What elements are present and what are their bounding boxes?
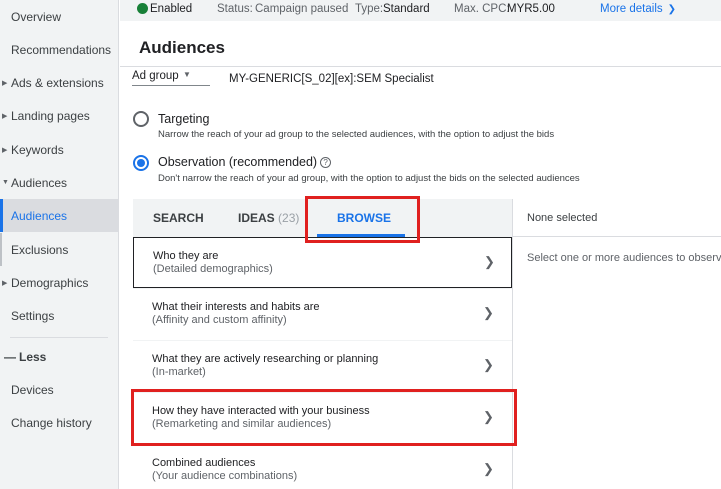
list-item-subtitle: (Detailed demographics): [153, 263, 273, 275]
sidebar-nav: Overview Recommendations ▶ Ads & extensio…: [0, 0, 119, 489]
sidebar-item-label: Devices: [11, 382, 54, 397]
targeting-radio[interactable]: [133, 111, 149, 127]
sidebar-item-ads-extensions[interactable]: ▶ Ads & extensions: [0, 66, 119, 99]
ad-group-label: Ad group: [132, 70, 179, 82]
sidebar-item-label: Less: [19, 349, 47, 364]
list-item-title: Who they are: [153, 250, 219, 262]
tab-ideas[interactable]: IDEAS (23): [238, 211, 299, 225]
sidebar-item-audiences[interactable]: Audiences: [0, 199, 119, 232]
caret-right-icon: ▶: [2, 79, 8, 87]
sidebar-item-label: Settings: [11, 308, 55, 323]
sidebar-item-label: Recommendations: [11, 42, 112, 57]
observation-radio[interactable]: [133, 155, 149, 171]
sidebar-item-label: Overview: [11, 9, 62, 24]
sidebar-item-label: Demographics: [11, 275, 89, 290]
tab-ideas-label: IDEAS: [238, 211, 275, 225]
status-value: Campaign paused: [255, 3, 349, 15]
tab-ideas-count: (23): [278, 211, 300, 225]
sidebar-divider: [10, 337, 108, 338]
browse-item-who-they-are[interactable]: Who they are (Detailed demographics) ❯: [133, 237, 512, 288]
targeting-title: Targeting: [158, 112, 210, 126]
status-label: Status:: [217, 3, 253, 15]
interacted-item-highlight: [131, 389, 517, 446]
observation-title: Observation (recommended)?: [158, 155, 332, 169]
page-title: Audiences: [139, 38, 225, 57]
list-item-subtitle: (Affinity and custom affinity): [152, 314, 287, 326]
sidebar-item-label: Exclusions: [11, 242, 69, 257]
chevron-right-icon: ❯: [483, 461, 494, 476]
sidebar-item-overview[interactable]: Overview: [0, 0, 119, 33]
dropdown-arrow-icon: ▼: [183, 70, 191, 79]
list-item-title: What their interests and habits are: [152, 301, 320, 313]
selection-hint: Select one or more audiences to observe: [527, 252, 721, 264]
sidebar-item-change-history[interactable]: Change history: [0, 406, 119, 439]
browse-item-researching-planning[interactable]: What they are actively researching or pl…: [133, 341, 512, 392]
campaign-status-bar: Enabled Status: Campaign paused Type: St…: [120, 0, 721, 21]
cpc-label: Max. CPC:: [454, 3, 510, 15]
sidebar-item-devices[interactable]: Devices: [0, 373, 119, 406]
submenu-indicator: [0, 233, 2, 266]
minus-icon: —: [4, 349, 16, 364]
sidebar-item-demographics[interactable]: ▶ Demographics: [0, 266, 119, 299]
caret-down-icon: ▼: [2, 179, 9, 186]
sidebar-item-label: Change history: [11, 415, 92, 430]
sidebar-less-toggle[interactable]: — Less: [0, 340, 119, 373]
type-label: Type:: [355, 3, 384, 15]
list-item-title: What they are actively researching or pl…: [152, 353, 379, 365]
sidebar-item-exclusions[interactable]: Exclusions: [0, 233, 119, 266]
sidebar-item-label: Audiences: [11, 208, 68, 223]
enabled-status-text: Enabled: [150, 3, 193, 15]
more-details-label: More details: [600, 3, 663, 15]
more-details-link[interactable]: More details ❯: [600, 3, 676, 15]
caret-right-icon: ▶: [2, 146, 8, 154]
chevron-right-icon: ❯: [483, 357, 494, 372]
selected-panel-header: None selected: [513, 199, 721, 237]
page-header: Audiences: [120, 21, 721, 67]
list-item-subtitle: (Your audience combinations): [152, 470, 298, 482]
enabled-status-icon: [137, 3, 148, 14]
browse-tab-highlight: [305, 196, 420, 243]
ad-group-name: MY-GENERIC[S_02][ex]:SEM Specialist: [229, 73, 434, 85]
caret-right-icon: ▶: [2, 112, 8, 120]
caret-right-icon: ▶: [2, 279, 8, 287]
help-icon[interactable]: ?: [320, 157, 332, 168]
selected-count-label: None selected: [527, 212, 598, 224]
sidebar-item-keywords[interactable]: ▶ Keywords: [0, 133, 119, 166]
tab-search[interactable]: SEARCH: [153, 211, 204, 225]
sidebar-item-label: Landing pages: [11, 108, 90, 123]
chevron-down-icon: ❯: [667, 4, 677, 15]
observation-title-text: Observation (recommended): [158, 155, 318, 169]
chevron-right-icon: ❯: [484, 254, 495, 269]
selected-audiences-panel: None selected Select one or more audienc…: [512, 199, 721, 489]
sidebar-item-label: Audiences: [11, 175, 68, 190]
list-item-title: Combined audiences: [152, 457, 256, 469]
targeting-description: Narrow the reach of your ad group to the…: [158, 129, 555, 140]
browse-item-combined-audiences[interactable]: Combined audiences (Your audience combin…: [133, 445, 512, 489]
browse-item-interests-habits[interactable]: What their interests and habits are (Aff…: [133, 289, 512, 340]
cpc-value: MYR5.00: [507, 3, 555, 15]
sidebar-item-settings[interactable]: Settings: [0, 299, 119, 332]
sidebar-item-label: Keywords: [11, 142, 64, 157]
sidebar-item-audiences-group[interactable]: ▼ Audiences: [0, 166, 119, 199]
sidebar-item-landing-pages[interactable]: ▶ Landing pages: [0, 99, 119, 132]
sidebar-item-recommendations[interactable]: Recommendations: [0, 33, 119, 66]
observation-description: Don't narrow the reach of your ad group,…: [158, 173, 580, 184]
chevron-right-icon: ❯: [483, 305, 494, 320]
list-item-subtitle: (In-market): [152, 366, 206, 378]
type-value: Standard: [383, 3, 430, 15]
sidebar-item-label: Ads & extensions: [11, 75, 104, 90]
ad-group-dropdown[interactable]: Ad group ▼: [132, 68, 210, 86]
